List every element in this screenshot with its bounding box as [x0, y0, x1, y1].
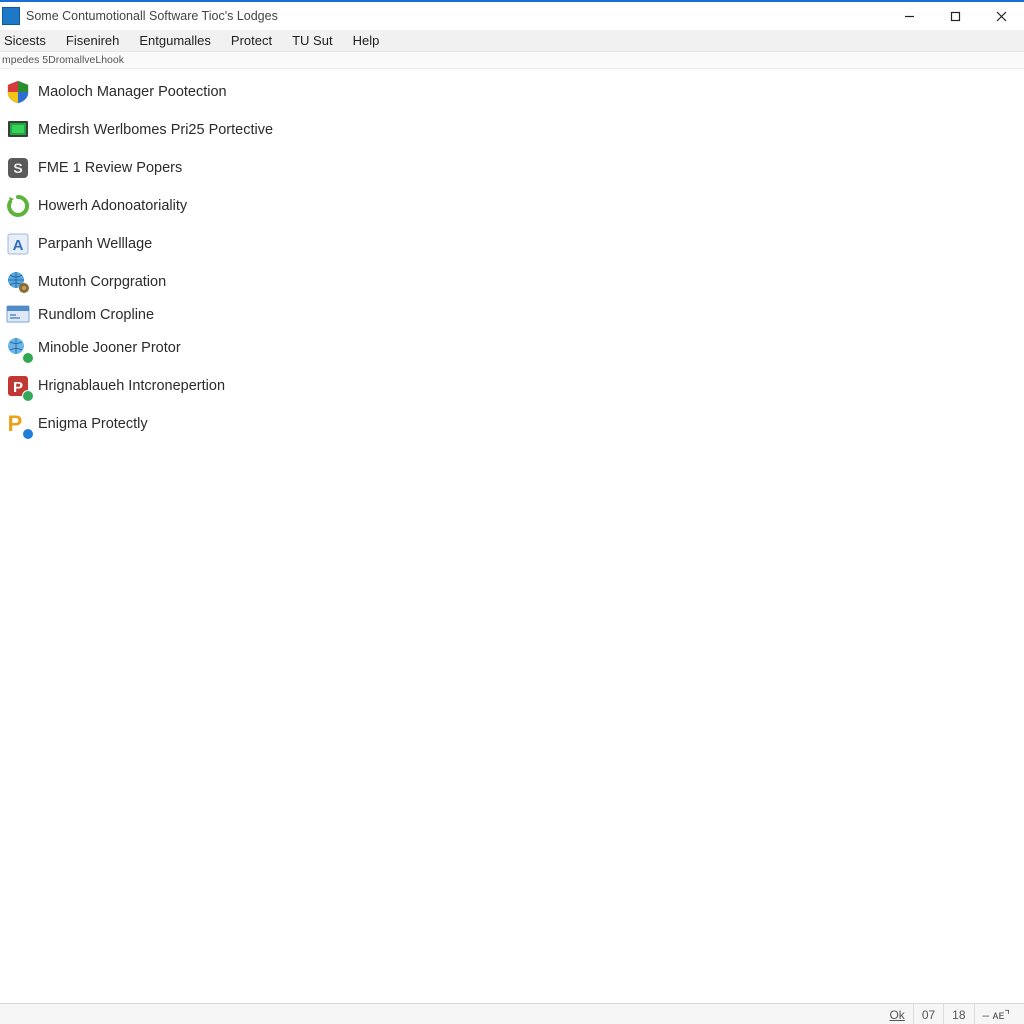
breadcrumb: mpedes 5DromallveLhook — [0, 52, 1024, 69]
globe-gear-icon — [4, 268, 32, 296]
main-pane: Maoloch Manager Pootection Medirsh Werlb… — [0, 69, 1024, 1003]
status-extra: – ᴀᴇ⌝ — [974, 1004, 1018, 1024]
swirl-green-icon — [4, 192, 32, 220]
list-item[interactable]: P Hrignablaueh Intcronepertion — [2, 367, 1024, 405]
list-item-label: Medirsh Werlbomes Pri25 Portective — [38, 122, 273, 138]
menu-fisenireh[interactable]: Fisenireh — [56, 30, 129, 52]
window-title: Some Contumotionall Software Tioc's Lodg… — [26, 9, 278, 23]
list-item[interactable]: S FME 1 Review Popers — [2, 149, 1024, 187]
status-num2: 18 — [943, 1004, 973, 1024]
list-item[interactable]: Maoloch Manager Pootection — [2, 73, 1024, 111]
svg-text:A: A — [13, 237, 24, 254]
list-item-label: Hrignablaueh Intcronepertion — [38, 378, 225, 394]
svg-text:P: P — [8, 411, 23, 436]
tile-blue-a-icon: A — [4, 230, 32, 258]
list-item[interactable]: P Enigma Protectly — [2, 405, 1024, 443]
maximize-button[interactable] — [932, 1, 978, 31]
minimize-button[interactable] — [886, 1, 932, 31]
list-item-label: Minoble Jooner Protor — [38, 340, 181, 356]
menu-sicests[interactable]: Sicests — [0, 30, 56, 52]
program-list: Maoloch Manager Pootection Medirsh Werlb… — [0, 69, 1024, 443]
menu-help[interactable]: Help — [343, 30, 390, 52]
list-item[interactable]: A Parpanh Welllage — [2, 225, 1024, 263]
title-bar: Some Contumotionall Software Tioc's Lodg… — [0, 0, 1024, 30]
monitor-green-icon — [4, 116, 32, 144]
status-ok[interactable]: Ok — [881, 1004, 912, 1024]
list-item[interactable]: Medirsh Werlbomes Pri25 Portective — [2, 111, 1024, 149]
close-button[interactable] — [978, 1, 1024, 31]
shield-multicolor-icon — [4, 78, 32, 106]
list-item-label: Maoloch Manager Pootection — [38, 84, 227, 100]
list-item-label: Enigma Protectly — [38, 416, 148, 432]
globe-magnify-icon — [4, 334, 32, 362]
menu-tusut[interactable]: TU Sut — [282, 30, 342, 52]
p-yellow-badge-icon: P — [4, 410, 32, 438]
list-item-label: Howerh Adonoatoriality — [38, 198, 187, 214]
list-item[interactable]: Minoble Jooner Protor — [2, 329, 1024, 367]
list-item-label: Mutonh Corpgration — [38, 274, 166, 290]
status-num1: 07 — [913, 1004, 943, 1024]
list-item-label: FME 1 Review Popers — [38, 160, 182, 176]
app-icon — [2, 7, 20, 25]
menu-entgumalles[interactable]: Entgumalles — [129, 30, 221, 52]
list-item[interactable]: Mutonh Corpgration — [2, 263, 1024, 301]
list-item[interactable]: Rundlom Cropline — [2, 301, 1024, 329]
status-bar: Ok 07 18 – ᴀᴇ⌝ — [0, 1003, 1024, 1024]
tile-red-p-icon: P — [4, 372, 32, 400]
tile-grey-s-icon: S — [4, 154, 32, 182]
menu-protect[interactable]: Protect — [221, 30, 282, 52]
list-item-label: Parpanh Welllage — [38, 236, 152, 252]
svg-text:S: S — [13, 160, 22, 176]
menu-bar: Sicests Fisenireh Entgumalles Protect TU… — [0, 30, 1024, 52]
list-item-label: Rundlom Cropline — [38, 307, 154, 323]
window-blue-icon — [4, 301, 32, 329]
list-item[interactable]: Howerh Adonoatoriality — [2, 187, 1024, 225]
